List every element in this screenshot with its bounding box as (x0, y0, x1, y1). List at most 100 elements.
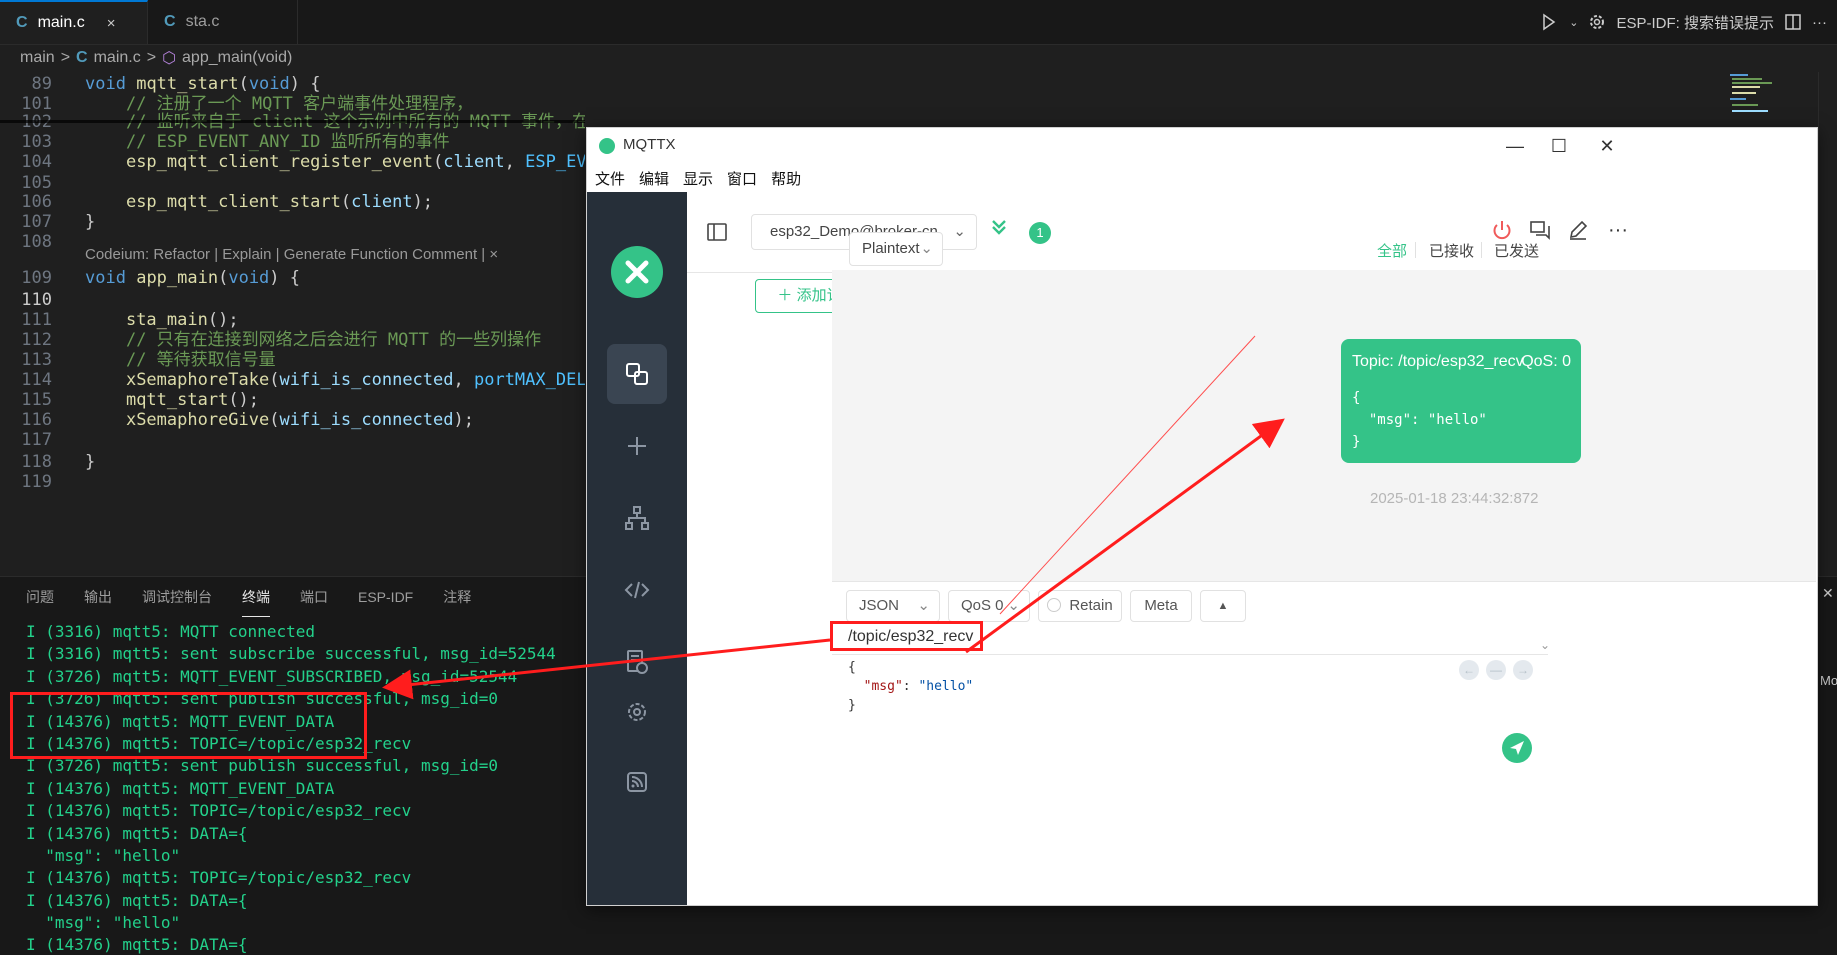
payload-key: "msg" (863, 679, 903, 694)
script-code-icon[interactable] (607, 560, 667, 620)
line-number: 119 (21, 472, 52, 492)
close-tab-icon[interactable]: × (107, 15, 116, 32)
feed-icon[interactable] (607, 752, 667, 812)
retain-checkbox[interactable]: Retain (1038, 590, 1122, 622)
tab-label: main.c (37, 14, 85, 31)
terminal-line: I (3316) mqtt5: sent subscribe successfu… (26, 644, 556, 664)
history-reset-icon[interactable]: — (1486, 660, 1506, 680)
code-line[interactable]: 117 (0, 428, 585, 452)
tab-label: sta.c (185, 13, 220, 30)
chevron-down-icon[interactable]: ⌄ (1540, 638, 1550, 652)
close-panel-icon[interactable]: ✕ (1822, 585, 1834, 602)
send-message-button[interactable] (1502, 733, 1532, 763)
panel-tab[interactable]: 输出 (84, 577, 112, 617)
plus-icon: ＋ (777, 287, 797, 304)
breadcrumb-separator: > (146, 49, 157, 66)
payload-brace: } (848, 698, 856, 713)
code-line[interactable]: 109 void app_main(void) { (0, 266, 585, 290)
publish-qos-select[interactable]: QoS 0 ⌄ (948, 590, 1030, 622)
payload-format-value: Plaintext (862, 240, 920, 257)
terminal-line: I (14376) mqtt5: DATA={ (26, 890, 248, 910)
mqttx-window: MQTTX — ☐ ✕ 文件 编辑 显示 窗口 帮助 ⌄ 1 ··· ＋ 添加订… (586, 127, 1818, 906)
espidf-search-errors[interactable]: ESP-IDF: 搜索错误提示 (1616, 12, 1774, 33)
menu-edit[interactable]: 编辑 (639, 168, 669, 189)
chevron-down-icon[interactable]: ⌄ (1569, 16, 1578, 29)
breadcrumb: main > C main.c > ⬡ app_main(void) (0, 46, 1837, 70)
settings-gear-icon[interactable] (607, 682, 667, 742)
more-options-icon[interactable]: ··· (1604, 216, 1632, 244)
publish-format-select[interactable]: JSON ⌄ (846, 590, 940, 622)
panel-tab[interactable]: 注释 (443, 577, 471, 617)
filter-received[interactable]: 已接收 (1429, 240, 1474, 261)
radio-circle-icon (1047, 598, 1062, 612)
annotation-topic-highlight (830, 621, 983, 651)
chevron-down-icon: ⌄ (920, 240, 933, 257)
panel-tab[interactable]: 调试控制台 (142, 577, 212, 617)
line-number: 109 (21, 268, 52, 288)
panel-tab[interactable]: 终端 (242, 577, 270, 617)
publish-editor[interactable] (832, 657, 1816, 905)
maximize-button[interactable]: ☐ (1547, 134, 1571, 158)
menu-help[interactable]: 帮助 (771, 168, 801, 189)
terminal-line: "msg": "hello" (26, 913, 181, 933)
message-qos: QoS: 0 (1521, 353, 1571, 370)
split-editor-icon[interactable] (1784, 13, 1802, 31)
history-forward-icon[interactable]: → (1513, 660, 1533, 680)
tab-main-c[interactable]: C main.c × (0, 0, 148, 44)
filter-divider (1415, 242, 1416, 258)
close-button[interactable]: ✕ (1595, 134, 1619, 158)
code-line[interactable]: 119 (0, 470, 585, 494)
code-editor[interactable]: 89 void mqtt_start(void) {101 // 注册了一个 MQ… (0, 72, 585, 570)
panel-tab[interactable]: ESP-IDF (358, 577, 413, 617)
mqttx-title-bar: MQTTX — ☐ ✕ (587, 128, 1817, 164)
message-topic: Topic: /topic/esp32_recv (1352, 353, 1524, 370)
breadcrumb-symbol[interactable]: app_main(void) (182, 49, 292, 67)
terminal-line: I (14376) mqtt5: TOPIC=/topic/esp32_recv (26, 801, 412, 821)
connections-icon[interactable] (607, 344, 667, 404)
terminal-output[interactable]: I (3316) mqtt5: MQTT connected I (3316) m… (26, 621, 586, 955)
meta-button[interactable]: Meta (1130, 590, 1192, 622)
toggle-sidebar-icon[interactable] (707, 222, 727, 242)
topic-divider (832, 654, 1548, 655)
payload-colon: : (902, 679, 919, 694)
run-debug-icon[interactable] (1539, 12, 1559, 32)
publish-payload[interactable]: { "msg": "hello" } (848, 658, 973, 715)
topology-icon[interactable] (607, 488, 667, 548)
terminal-line: I (14376) mqtt5: MQTT_EVENT_DATA (26, 778, 335, 798)
filter-sent[interactable]: 已发送 (1494, 240, 1539, 261)
menu-view[interactable]: 显示 (683, 168, 713, 189)
more-actions-icon[interactable]: ··· (1812, 14, 1827, 31)
new-connection-icon[interactable] (607, 416, 667, 476)
retain-label: Retain (1069, 597, 1113, 614)
terminal-line: I (14376) mqtt5: DATA={ (26, 935, 248, 955)
panel-tab[interactable]: 问题 (26, 577, 54, 617)
history-back-icon[interactable]: ← (1459, 660, 1479, 680)
c-file-icon: C (16, 14, 28, 31)
payload-format-select[interactable]: Plaintext ⌄ (849, 232, 943, 266)
line-number: 108 (21, 232, 52, 252)
filter-all[interactable]: 全部 (1377, 240, 1407, 261)
publish-qos-value: QoS 0 (961, 597, 1004, 614)
chevron-down-icon: ⌄ (917, 597, 930, 614)
mqttx-logo-icon (599, 138, 615, 154)
menu-window[interactable]: 窗口 (727, 168, 757, 189)
terminal-list-fragment: Mo. (1820, 673, 1837, 688)
menu-file[interactable]: 文件 (595, 168, 625, 189)
minimize-button[interactable]: — (1503, 134, 1527, 158)
gear-icon[interactable] (1588, 13, 1606, 31)
double-chevron-down-icon[interactable] (990, 218, 1008, 242)
mqttx-brand-logo-icon[interactable] (611, 246, 663, 298)
message-payload: { "msg": "hello" } (1352, 390, 1487, 450)
received-message-bubble[interactable]: Topic: /topic/esp32_recv QoS: 0 { "msg":… (1341, 339, 1581, 463)
breadcrumb-file[interactable]: main.c (94, 49, 141, 67)
expand-up-icon[interactable]: ▲ (1200, 590, 1246, 622)
edit-pencil-icon[interactable] (1564, 216, 1592, 244)
minimap[interactable] (1728, 72, 1788, 132)
code-text: void app_main(void) { (85, 268, 301, 288)
panel-tab[interactable]: 端口 (300, 577, 328, 617)
panel-side-controls: ✕ Mo. (1820, 577, 1837, 955)
payload-brace: { (848, 660, 856, 675)
tab-sta-c[interactable]: C sta.c (148, 0, 298, 44)
breadcrumb-folder[interactable]: main (20, 49, 55, 67)
codelens-actions[interactable]: Codeium: Refactor | Explain | Generate F… (85, 246, 498, 263)
